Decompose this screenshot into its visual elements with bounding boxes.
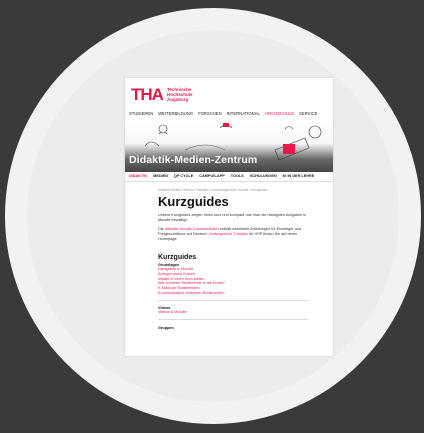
subnav-item-schulungen[interactable]: SCHULUNGEN: [250, 174, 277, 178]
intro-paragraph: Unsere Kurzguides zeigen Ihnen kurz und …: [158, 213, 307, 222]
page-title: Kurzguides: [158, 194, 229, 209]
link-list: Navigation in Moodle Anlegen eines Kurse…: [158, 267, 308, 296]
logo-text: Technische Hochschule Augsburg: [166, 87, 193, 102]
hero-banner: Didaktik-Medien-Zentrum: [125, 120, 333, 172]
tutorials-link[interactable]: Umfangreiche Tutorials: [209, 232, 248, 236]
subnav-item-ki-in-der-lehre[interactable]: KI IN DER LEHRE: [283, 174, 315, 178]
logo-mark: THA: [131, 85, 164, 104]
moodle-docs-link[interactable]: offizielle Moodle-Dokumentation: [165, 227, 219, 231]
guide-link[interactable]: Videos & Moodle: [158, 310, 308, 315]
subnav-item-didaktik[interactable]: DIDAKTIK: [129, 174, 147, 178]
nav-item-studieren[interactable]: STUDIEREN: [129, 111, 153, 116]
nav-item-forschen[interactable]: FORSCHEN: [198, 111, 222, 116]
group-title: Gruppen: [158, 325, 174, 330]
sub-nav: DIDAKTIK MEDIEN QP CYCLE CAMPUS-APP TOOL…: [129, 174, 314, 178]
nav-item-hochschule[interactable]: HOCHSCHULE: [265, 111, 294, 116]
subnav-item-campus-app[interactable]: CAMPUS-APP: [199, 174, 225, 178]
guide-link[interactable]: Kommunikation zwischen Studierenden: [158, 291, 308, 296]
group-gruppen: Gruppen: [158, 326, 308, 330]
nav-item-service[interactable]: SERVICE: [299, 111, 317, 116]
hero-title: Didaktik-Medien-Zentrum: [129, 154, 258, 166]
section-title: Kurzguides: [158, 254, 197, 261]
subnav-item-tools[interactable]: TOOLS: [231, 174, 244, 178]
group-videos: Videos Videos & Moodle: [158, 306, 308, 320]
doc-paragraph: Die offizielle Moodle-Dokumentation enth…: [158, 227, 302, 241]
link-list: Videos & Moodle: [158, 310, 308, 315]
nav-item-weiterbildung[interactable]: WEITERBILDUNG: [158, 111, 193, 116]
web-page: THA Technische Hochschule Augsburg STUDI…: [125, 78, 333, 356]
main-nav: STUDIEREN WEITERBILDUNG FORSCHEN INTERNA…: [129, 111, 317, 116]
subnav-item-medien[interactable]: MEDIEN: [153, 174, 168, 178]
subnav-item-qp-cycle[interactable]: QP CYCLE: [174, 174, 193, 178]
breadcrumb[interactable]: Didaktik-Medien-Zentrum / Didaktik / Ler…: [158, 188, 308, 192]
group-divider: [158, 319, 308, 320]
group-grundlagen: Grundlagen Navigation in Moodle Anlegen …: [158, 263, 308, 301]
nav-item-international[interactable]: INTERNATIONAL: [227, 111, 260, 116]
main-content: Didaktik-Medien-Zentrum / Didaktik / Ler…: [158, 188, 308, 330]
tha-logo[interactable]: THA Technische Hochschule Augsburg: [131, 86, 192, 103]
subnav-divider: [125, 181, 333, 182]
group-divider: [158, 299, 308, 301]
